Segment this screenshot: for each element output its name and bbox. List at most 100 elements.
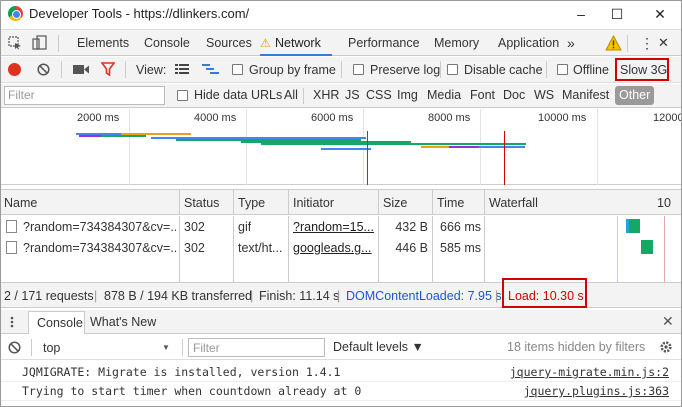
waterfall-overview-icon[interactable] <box>202 63 219 76</box>
waterfall-bar[interactable] <box>626 219 640 233</box>
filter-type-doc[interactable]: Doc <box>503 88 525 102</box>
console-source-link[interactable]: jquery.plugins.js:363 <box>524 384 669 398</box>
filter-type-js[interactable]: JS <box>345 88 360 102</box>
tab-memory[interactable]: Memory <box>434 30 479 56</box>
gridline <box>129 109 130 185</box>
maximize-button[interactable]: ☐ <box>597 1 637 27</box>
filter-type-other[interactable]: Other <box>615 86 655 105</box>
timeline-bar <box>421 146 449 148</box>
table-row[interactable]: ?random=734384307&cv=... 302 text/ht... … <box>1 237 485 258</box>
tab-elements[interactable]: Elements <box>77 30 129 56</box>
context-selector[interactable]: top ▼ <box>37 338 175 357</box>
separator <box>58 35 59 52</box>
screenshot-camera-icon[interactable] <box>73 64 89 75</box>
timeline-bar <box>321 148 371 150</box>
filter-type-img[interactable]: Img <box>397 88 418 102</box>
drawer-tab-console[interactable]: Console <box>28 311 85 334</box>
tab-network[interactable]: ⚠ Network <box>260 30 332 56</box>
tab-console[interactable]: Console <box>144 30 190 56</box>
column-header-waterfall[interactable]: Waterfall <box>489 196 538 210</box>
tick-label: 10000 ms <box>538 112 587 124</box>
window-title: Developer Tools - https://dlinkers.com/ <box>29 6 250 21</box>
column-header-status[interactable]: Status <box>184 196 219 210</box>
console-message: JQMIGRATE: Migrate is installed, version… <box>1 363 681 382</box>
clear-icon[interactable] <box>37 63 50 76</box>
inspect-element-icon[interactable] <box>8 36 22 50</box>
cell-initiator-link[interactable]: ?random=15... <box>293 220 377 234</box>
filter-type-media[interactable]: Media <box>427 88 461 102</box>
close-drawer-button[interactable]: ✕ <box>662 313 674 330</box>
close-devtools-button[interactable]: ✕ <box>658 30 669 56</box>
status-divider: | <box>337 289 341 303</box>
drawer-tab-bar: Console What's New ✕ <box>1 310 681 334</box>
filter-funnel-icon[interactable] <box>100 62 116 77</box>
tab-performance[interactable]: Performance <box>348 30 420 56</box>
gridline <box>363 109 364 185</box>
console-settings-gear-icon[interactable] <box>659 340 673 354</box>
offline-checkbox[interactable] <box>557 64 568 75</box>
transferred-size: 878 B / 194 KB transferred <box>104 289 253 303</box>
drawer-menu-icon[interactable] <box>6 316 18 328</box>
close-button[interactable]: ✕ <box>640 1 680 27</box>
separator <box>303 88 304 104</box>
tab-sources[interactable]: Sources <box>206 30 252 56</box>
gridline <box>597 109 598 185</box>
separator <box>341 61 342 78</box>
cell-time: 666 ms <box>440 220 481 234</box>
cell-initiator-link[interactable]: googleads.g... <box>293 241 377 255</box>
table-row[interactable]: ?random=734384307&cv=... 302 gif ?random… <box>1 216 485 237</box>
separator <box>61 61 62 78</box>
separator <box>125 61 126 78</box>
device-toolbar-icon[interactable] <box>32 35 48 51</box>
column-header-time[interactable]: Time <box>437 196 464 210</box>
column-header-size[interactable]: Size <box>383 196 407 210</box>
preserve-log-checkbox[interactable] <box>353 64 364 75</box>
cell-status: 302 <box>184 241 205 255</box>
timeline-bar <box>101 135 146 137</box>
filter-type-ws[interactable]: WS <box>534 88 554 102</box>
separator <box>627 35 628 52</box>
view-label: View: <box>136 63 167 77</box>
requests-table-header: Name Status Type Initiator Size Time Wat… <box>1 189 681 215</box>
record-icon[interactable] <box>8 63 21 76</box>
file-icon <box>6 241 17 254</box>
tab-application[interactable]: Application <box>498 30 559 56</box>
overview-timeline[interactable]: 2000 ms 4000 ms 6000 ms 8000 ms 10000 ms… <box>1 109 681 185</box>
kebab-menu-icon[interactable]: ⋮ <box>640 30 654 56</box>
hide-data-urls-label: Hide data URLs <box>194 88 283 102</box>
dom-content-loaded-line <box>617 216 618 282</box>
warning-icon: ⚠ <box>260 36 271 50</box>
disable-cache-checkbox[interactable] <box>447 64 458 75</box>
tick-label: 8000 ms <box>428 112 471 124</box>
filter-type-font[interactable]: Font <box>470 88 495 102</box>
network-status-bar: 2 / 171 requests | 878 B / 194 KB transf… <box>1 278 681 308</box>
waterfall-bar[interactable] <box>641 240 653 254</box>
filter-type-all[interactable]: All <box>284 88 298 102</box>
group-by-frame-checkbox[interactable] <box>232 64 243 75</box>
column-separator <box>179 190 180 215</box>
column-header-initiator[interactable]: Initiator <box>293 196 334 210</box>
column-separator <box>484 190 485 215</box>
drawer-tab-whats-new[interactable]: What's New <box>90 315 156 329</box>
more-tabs-icon[interactable]: » <box>567 30 575 56</box>
large-rows-icon[interactable] <box>175 64 189 75</box>
timeline-bar <box>479 146 525 148</box>
console-source-link[interactable]: jquery-migrate.min.js:2 <box>510 365 669 379</box>
hide-data-urls-checkbox[interactable] <box>177 90 188 101</box>
console-filter-input[interactable]: Filter <box>188 338 325 357</box>
column-header-name[interactable]: Name <box>4 196 37 210</box>
clear-console-icon[interactable] <box>8 341 21 354</box>
warning-count-icon[interactable] <box>605 34 622 51</box>
column-header-type[interactable]: Type <box>238 196 265 210</box>
column-separator <box>378 190 379 215</box>
filter-input[interactable]: Filter <box>4 86 165 105</box>
load-marker <box>504 131 505 185</box>
minimize-button[interactable]: – <box>561 1 601 27</box>
filter-type-xhr[interactable]: XHR <box>313 88 339 102</box>
filter-type-manifest[interactable]: Manifest <box>562 88 609 102</box>
log-levels-dropdown[interactable]: Default levels ▼ <box>333 340 424 354</box>
throttle-dropdown[interactable]: Slow 3G <box>615 58 669 81</box>
status-divider: | <box>94 289 98 303</box>
timeline-bar <box>449 146 479 148</box>
filter-type-css[interactable]: CSS <box>366 88 392 102</box>
